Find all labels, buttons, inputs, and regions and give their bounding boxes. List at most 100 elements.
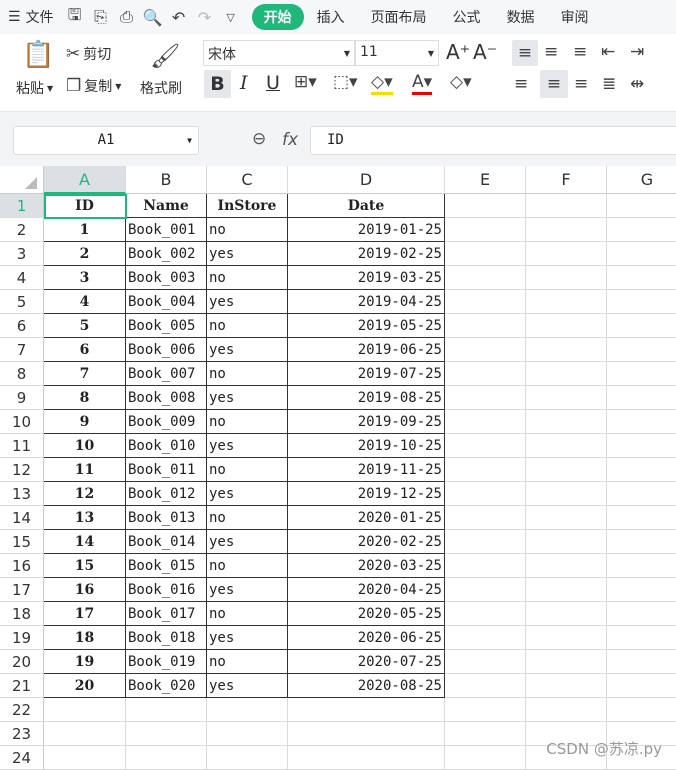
cell[interactable]: yes	[207, 674, 288, 698]
cell[interactable]: 12	[44, 482, 126, 506]
row-header[interactable]: 12	[0, 458, 44, 482]
cell[interactable]: 2019-08-25	[288, 386, 445, 410]
fill-color-icon[interactable]: ◇▾	[371, 72, 393, 95]
cell[interactable]	[445, 650, 526, 674]
align-top-icon[interactable]: ≡	[512, 40, 538, 66]
row-header[interactable]: 24	[0, 746, 44, 770]
cell[interactable]: Book_020	[126, 674, 207, 698]
cell[interactable]	[526, 506, 607, 530]
italic-button[interactable]: I	[240, 72, 248, 94]
cell[interactable]	[526, 410, 607, 434]
cell[interactable]	[445, 242, 526, 266]
cell[interactable]	[445, 314, 526, 338]
cell[interactable]	[526, 290, 607, 314]
align-right-icon[interactable]: ≡	[574, 74, 588, 94]
row-header[interactable]: 18	[0, 602, 44, 626]
cell[interactable]	[526, 674, 607, 698]
cell[interactable]: Book_010	[126, 434, 207, 458]
row-header[interactable]: 1	[0, 194, 44, 218]
cell[interactable]	[445, 194, 526, 218]
redo-icon[interactable]: ↷	[192, 8, 218, 27]
copy-button[interactable]: ❐ 复制 ▼	[66, 76, 121, 96]
cell[interactable]	[607, 482, 676, 506]
cell[interactable]: Book_011	[126, 458, 207, 482]
tab-formulas[interactable]: 公式	[440, 7, 494, 27]
cell[interactable]: 18	[44, 626, 126, 650]
cell[interactable]: Book_002	[126, 242, 207, 266]
cell[interactable]	[445, 554, 526, 578]
cell[interactable]: 5	[44, 314, 126, 338]
cell[interactable]: 2019-05-25	[288, 314, 445, 338]
row-header[interactable]: 16	[0, 554, 44, 578]
paste-icon[interactable]: 📋	[22, 40, 54, 70]
header-cell[interactable]: Name	[126, 194, 207, 218]
row-header[interactable]: 6	[0, 314, 44, 338]
cell[interactable]	[607, 266, 676, 290]
row-header[interactable]: 11	[0, 434, 44, 458]
cell[interactable]	[607, 338, 676, 362]
cell[interactable]	[526, 362, 607, 386]
cell[interactable]	[288, 698, 445, 722]
column-header-a[interactable]: A	[44, 166, 126, 194]
cell[interactable]: Book_004	[126, 290, 207, 314]
row-header[interactable]: 13	[0, 482, 44, 506]
cell[interactable]: 15	[44, 554, 126, 578]
cell[interactable]	[526, 386, 607, 410]
formula-input[interactable]: ID	[310, 126, 676, 155]
increase-font-icon[interactable]: A⁺	[446, 40, 470, 64]
row-header[interactable]: 23	[0, 722, 44, 746]
cell[interactable]	[607, 242, 676, 266]
cell[interactable]: yes	[207, 290, 288, 314]
font-family-select[interactable]: 宋体 ▼	[203, 40, 355, 66]
tab-home[interactable]: 开始	[251, 4, 304, 30]
cell[interactable]: Book_006	[126, 338, 207, 362]
cell[interactable]: 1	[44, 218, 126, 242]
cell[interactable]	[445, 218, 526, 242]
cell[interactable]	[607, 386, 676, 410]
format-painter-button[interactable]: 格式刷	[140, 78, 182, 98]
fx-icon[interactable]: fx	[282, 130, 298, 150]
cell[interactable]: 2020-06-25	[288, 626, 445, 650]
cell[interactable]: no	[207, 554, 288, 578]
cell[interactable]	[207, 698, 288, 722]
row-header[interactable]: 3	[0, 242, 44, 266]
row-header[interactable]: 22	[0, 698, 44, 722]
cell[interactable]: yes	[207, 530, 288, 554]
select-all-corner[interactable]	[0, 166, 44, 194]
row-header[interactable]: 10	[0, 410, 44, 434]
cell[interactable]: yes	[207, 338, 288, 362]
cell[interactable]: 10	[44, 434, 126, 458]
cell[interactable]	[607, 674, 676, 698]
cell[interactable]: no	[207, 458, 288, 482]
row-header[interactable]: 17	[0, 578, 44, 602]
cell[interactable]: no	[207, 650, 288, 674]
cell[interactable]	[607, 218, 676, 242]
row-header[interactable]: 14	[0, 506, 44, 530]
cell[interactable]: no	[207, 314, 288, 338]
cell[interactable]: 2020-04-25	[288, 578, 445, 602]
cell[interactable]	[526, 602, 607, 626]
align-left-icon[interactable]: ≡	[514, 74, 528, 94]
cell[interactable]	[526, 554, 607, 578]
cell[interactable]	[526, 626, 607, 650]
cell[interactable]	[445, 458, 526, 482]
cell[interactable]: no	[207, 602, 288, 626]
column-header-d[interactable]: D	[288, 166, 445, 194]
column-header-c[interactable]: C	[207, 166, 288, 194]
row-header[interactable]: 4	[0, 266, 44, 290]
decrease-font-icon[interactable]: A⁻	[473, 40, 497, 64]
cell[interactable]	[607, 554, 676, 578]
cell[interactable]: 2019-01-25	[288, 218, 445, 242]
cell[interactable]	[526, 218, 607, 242]
cell-style-icon[interactable]: ⬚▾	[333, 72, 358, 92]
cell[interactable]: 2019-07-25	[288, 362, 445, 386]
tab-review[interactable]: 审阅	[548, 7, 602, 27]
more-dropdown-icon[interactable]: ▽	[218, 11, 244, 24]
cell[interactable]: 2020-08-25	[288, 674, 445, 698]
print-preview-icon[interactable]: 🔍	[140, 8, 166, 27]
cell[interactable]	[288, 746, 445, 770]
align-bottom-icon[interactable]: ≡	[573, 42, 587, 62]
align-center-icon[interactable]: ≡	[540, 70, 568, 98]
font-color-icon[interactable]: A▾	[412, 72, 433, 95]
header-cell[interactable]: Date	[288, 194, 445, 218]
